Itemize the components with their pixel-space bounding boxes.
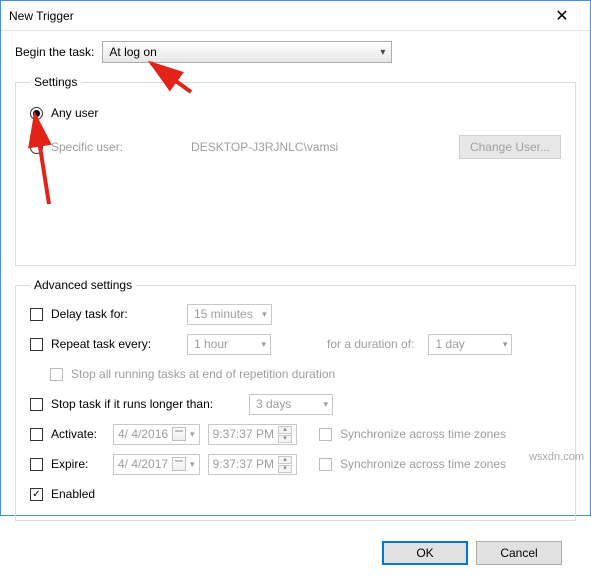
begin-task-label: Begin the task:	[15, 45, 94, 59]
chevron-down-icon: ▾	[190, 429, 195, 440]
stop-if-longer-dropdown[interactable]: 3 days	[249, 394, 333, 415]
expire-time-input[interactable]: 9:37:37 PM ▴▾	[208, 454, 297, 475]
calendar-icon	[172, 457, 186, 471]
repeat-label: Repeat task every:	[51, 337, 179, 351]
calendar-icon	[172, 427, 186, 441]
enabled-label: Enabled	[51, 487, 95, 501]
sync-checkbox-2	[319, 458, 332, 471]
begin-task-dropdown[interactable]: At log on	[102, 41, 392, 63]
stop-repetition-checkbox	[50, 368, 63, 381]
sync-label-2: Synchronize across time zones	[340, 457, 506, 471]
enabled-checkbox[interactable]	[30, 488, 43, 501]
repeat-dropdown[interactable]: 1 hour	[187, 334, 271, 355]
activate-time-value: 9:37:37 PM	[213, 427, 274, 441]
sync-label-1: Synchronize across time zones	[340, 427, 506, 441]
time-spinner[interactable]: ▴▾	[278, 425, 292, 443]
expire-time-value: 9:37:37 PM	[213, 457, 274, 471]
expire-label: Expire:	[51, 457, 105, 471]
activate-time-input[interactable]: 9:37:37 PM ▴▾	[208, 424, 297, 445]
advanced-group: Advanced settings Delay task for: 15 min…	[15, 278, 576, 521]
window-title: New Trigger	[9, 9, 542, 23]
expire-date-value: 4/ 4/2017	[118, 457, 168, 471]
ok-button[interactable]: OK	[382, 541, 468, 565]
cancel-button[interactable]: Cancel	[476, 541, 562, 565]
repeat-checkbox[interactable]	[30, 338, 43, 351]
activate-checkbox[interactable]	[30, 428, 43, 441]
duration-dropdown[interactable]: 1 day	[428, 334, 512, 355]
close-icon: ✕	[555, 6, 568, 26]
specific-user-label: Specific user:	[51, 140, 123, 154]
any-user-label: Any user	[51, 106, 98, 120]
any-user-radio[interactable]	[30, 107, 43, 120]
activate-date-input[interactable]: 4/ 4/2016 ▾	[113, 424, 200, 445]
advanced-legend: Advanced settings	[30, 278, 136, 292]
expire-checkbox[interactable]	[30, 458, 43, 471]
change-user-button: Change User...	[459, 135, 561, 159]
delay-dropdown[interactable]: 15 minutes	[187, 304, 272, 325]
time-spinner[interactable]: ▴▾	[278, 455, 292, 473]
delay-checkbox[interactable]	[30, 308, 43, 321]
specific-user-value: DESKTOP-J3RJNLC\vamsi	[191, 140, 338, 154]
duration-label: for a duration of:	[327, 337, 414, 351]
activate-label: Activate:	[51, 427, 105, 441]
delay-label: Delay task for:	[51, 307, 179, 321]
stop-if-longer-label: Stop task if it runs longer than:	[51, 397, 241, 411]
stop-if-longer-checkbox[interactable]	[30, 398, 43, 411]
close-button[interactable]: ✕	[542, 1, 582, 30]
chevron-down-icon: ▾	[190, 459, 195, 470]
stop-repetition-label: Stop all running tasks at end of repetit…	[71, 367, 335, 381]
expire-date-input[interactable]: 4/ 4/2017 ▾	[113, 454, 200, 475]
settings-legend: Settings	[30, 75, 81, 89]
watermark-text: wsxdn.com	[529, 451, 584, 463]
specific-user-radio[interactable]	[30, 141, 43, 154]
settings-group: Settings Any user Specific user: DESKTOP…	[15, 75, 576, 266]
sync-checkbox-1	[319, 428, 332, 441]
activate-date-value: 4/ 4/2016	[118, 427, 168, 441]
begin-task-value: At log on	[109, 45, 156, 59]
